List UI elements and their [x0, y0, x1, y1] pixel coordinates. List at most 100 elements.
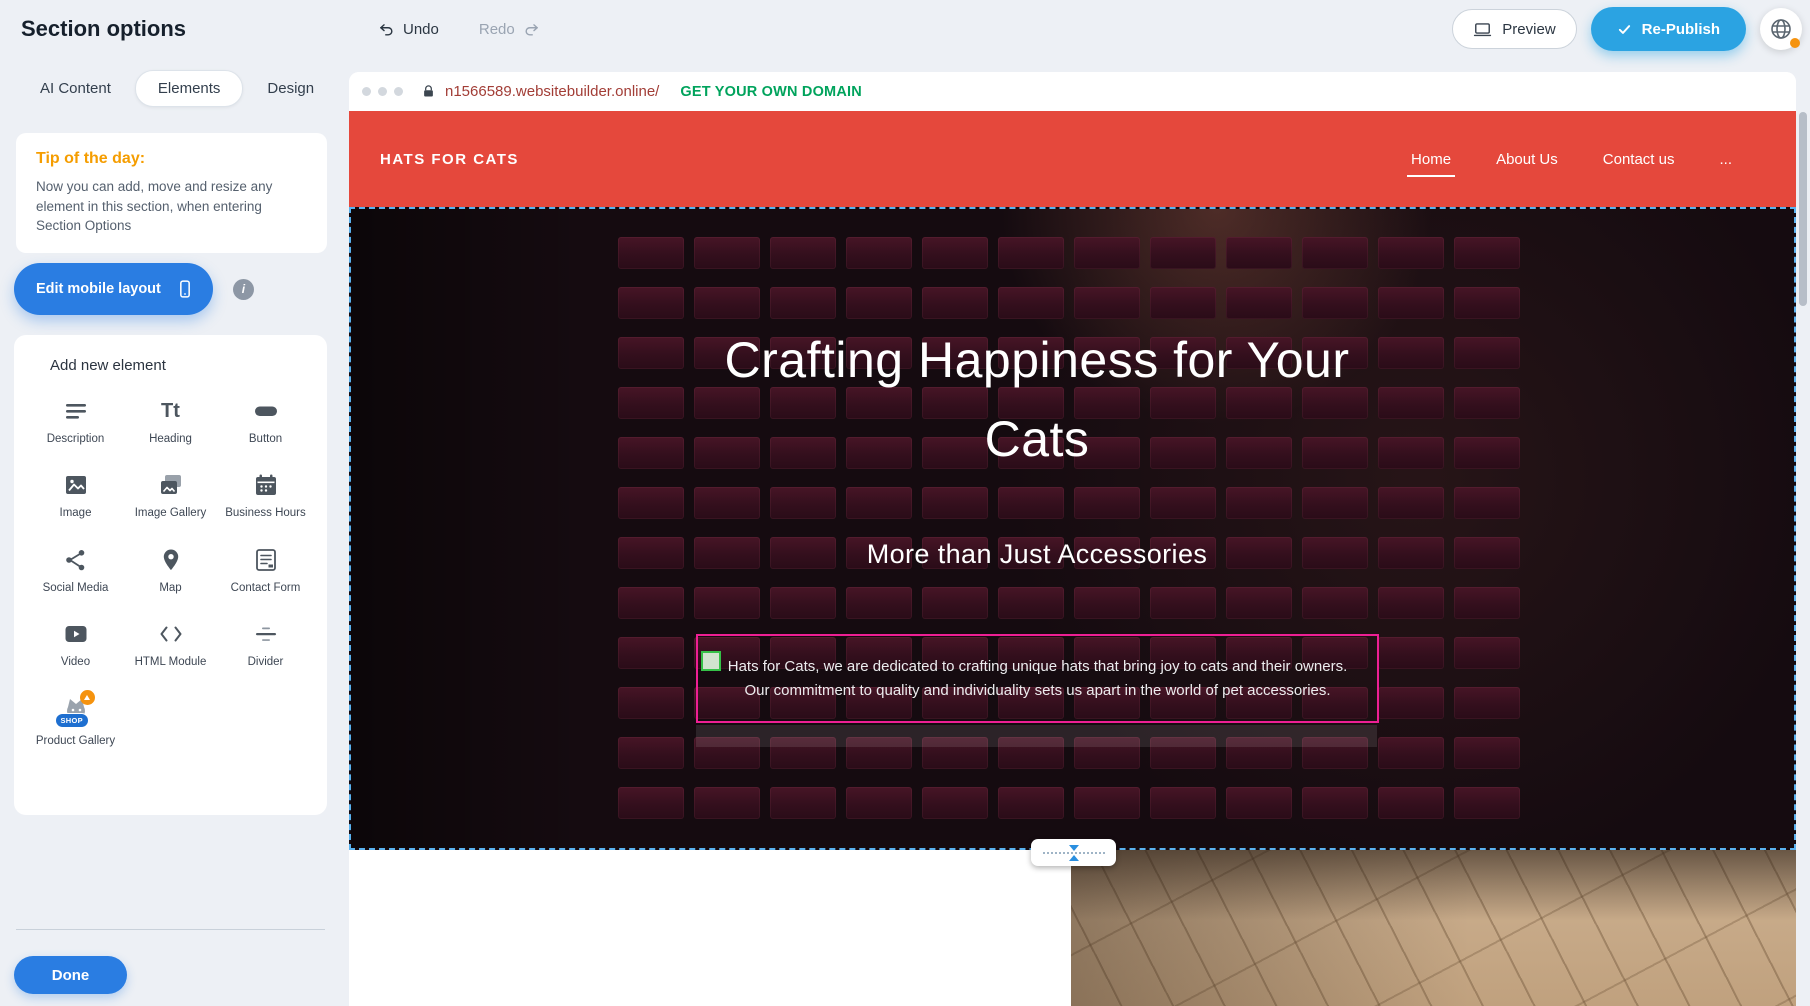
- edit-mobile-label: Edit mobile layout: [36, 281, 161, 297]
- tip-of-the-day-card: Tip of the day: Now you can add, move an…: [16, 133, 327, 253]
- next-section: [349, 850, 1796, 1006]
- hero-tile: [1226, 287, 1292, 319]
- lock-icon: [421, 84, 436, 99]
- element-product-gallery[interactable]: SHOP Product Gallery: [28, 694, 123, 748]
- hero-tile: [1226, 787, 1292, 819]
- shop-badge: SHOP: [55, 713, 89, 728]
- window-dot: [378, 87, 387, 96]
- hero-tile: [618, 437, 684, 469]
- site-nav: Home About Us Contact us ...: [1405, 150, 1738, 169]
- undo-icon: [378, 21, 395, 38]
- topbar-actions: Preview Re-Publish: [1452, 7, 1802, 51]
- next-section-blank: [349, 850, 1071, 1006]
- hero-tile: [1074, 237, 1140, 269]
- hero-tile: [1074, 487, 1140, 519]
- tab-elements[interactable]: Elements: [135, 70, 244, 107]
- get-domain-link[interactable]: GET YOUR OWN DOMAIN: [674, 83, 868, 101]
- element-contact-form[interactable]: Contact Form: [218, 545, 313, 595]
- hero-section-selected[interactable]: Crafting Happiness for Your Cats More th…: [349, 207, 1796, 850]
- mobile-layout-row: Edit mobile layout: [14, 263, 254, 315]
- element-business-hours[interactable]: Business Hours: [218, 470, 313, 520]
- hero-tile: [922, 487, 988, 519]
- redo-button[interactable]: Redo: [473, 20, 546, 39]
- hero-tile: [846, 587, 912, 619]
- hero-tile: [1378, 687, 1444, 719]
- element-divider[interactable]: Divider: [218, 619, 313, 669]
- hero-tile: [770, 487, 836, 519]
- hero-tile: [694, 487, 760, 519]
- hero-tile: [1454, 587, 1520, 619]
- hero-tile: [1378, 237, 1444, 269]
- element-map[interactable]: Map: [123, 545, 218, 595]
- element-image-gallery[interactable]: Image Gallery: [123, 470, 218, 520]
- arrow-down-icon: [1069, 845, 1079, 851]
- element-heading[interactable]: Tt Heading: [123, 396, 218, 446]
- hero-tile: [1378, 487, 1444, 519]
- language-globe-button[interactable]: [1760, 8, 1802, 50]
- undo-button[interactable]: Undo: [372, 20, 445, 39]
- hero-tile: [770, 237, 836, 269]
- element-video[interactable]: Video: [28, 619, 123, 669]
- element-html-module[interactable]: HTML Module: [123, 619, 218, 669]
- element-description[interactable]: Description: [28, 396, 123, 446]
- section-resize-handle[interactable]: [1031, 839, 1116, 866]
- undo-label: Undo: [403, 21, 439, 38]
- hero-tile: [1150, 787, 1216, 819]
- scrollbar-thumb[interactable]: [1799, 112, 1807, 306]
- nav-about-us[interactable]: About Us: [1490, 150, 1564, 169]
- tip-body: Now you can add, move and resize any ele…: [36, 177, 307, 236]
- hero-tile: [618, 737, 684, 769]
- hero-tile: [1454, 737, 1520, 769]
- image-gallery-icon: [154, 470, 188, 500]
- divider-icon: [249, 619, 283, 649]
- selection-handle[interactable]: [701, 651, 721, 671]
- tab-ai-content[interactable]: AI Content: [28, 71, 123, 106]
- preview-button[interactable]: Preview: [1452, 9, 1576, 49]
- hero-tile: [1074, 787, 1140, 819]
- hero-tile: [1302, 787, 1368, 819]
- check-icon: [1617, 22, 1632, 37]
- hero-tile: [1378, 637, 1444, 669]
- hero-tile: [1302, 587, 1368, 619]
- globe-icon: [1769, 17, 1793, 41]
- hero-tile: [922, 287, 988, 319]
- hero-tile: [618, 587, 684, 619]
- tab-design[interactable]: Design: [255, 71, 326, 106]
- site-url: n1566589.websitebuilder.online/: [445, 83, 659, 100]
- browser-bar: n1566589.websitebuilder.online/ GET YOUR…: [349, 72, 1796, 111]
- nav-more[interactable]: ...: [1713, 150, 1738, 169]
- hero-tile: [1378, 287, 1444, 319]
- video-icon: [59, 619, 93, 649]
- nav-home[interactable]: Home: [1405, 150, 1457, 169]
- element-button[interactable]: Button: [218, 396, 313, 446]
- hero-description: Hats for Cats, we are dedicated to craft…: [724, 655, 1351, 702]
- hero-tile: [1454, 437, 1520, 469]
- element-social-media[interactable]: Social Media: [28, 545, 123, 595]
- business-hours-icon: [249, 470, 283, 500]
- hero-tile: [1302, 237, 1368, 269]
- hero-description-box[interactable]: Hats for Cats, we are dedicated to craft…: [696, 634, 1379, 723]
- hero-tile: [770, 587, 836, 619]
- hero-tile: [1454, 337, 1520, 369]
- edit-mobile-layout-button[interactable]: Edit mobile layout: [14, 263, 213, 315]
- hero-tile: [1150, 587, 1216, 619]
- section-options-sidebar: AI Content Elements Design Tip of the da…: [0, 58, 349, 1006]
- heading-icon: Tt: [154, 396, 188, 426]
- info-icon[interactable]: [233, 279, 254, 300]
- republish-button[interactable]: Re-Publish: [1591, 7, 1746, 51]
- hero-subheading[interactable]: More than Just Accessories: [696, 539, 1378, 570]
- element-image[interactable]: Image: [28, 470, 123, 520]
- hero-tile: [618, 337, 684, 369]
- site-logo[interactable]: HATS FOR CATS: [380, 151, 519, 168]
- hero-tile: [998, 287, 1064, 319]
- preview-canvas: n1566589.websitebuilder.online/ GET YOUR…: [349, 58, 1810, 1006]
- hero-heading[interactable]: Crafting Happiness for Your Cats: [696, 321, 1378, 479]
- window-dot: [394, 87, 403, 96]
- hero-tile: [998, 237, 1064, 269]
- done-button[interactable]: Done: [14, 956, 127, 994]
- hero-tile: [694, 237, 760, 269]
- hero-tile: [922, 787, 988, 819]
- nav-contact-us[interactable]: Contact us: [1597, 150, 1681, 169]
- sidebar-tabs: AI Content Elements Design: [28, 70, 349, 107]
- hero-tile: [618, 487, 684, 519]
